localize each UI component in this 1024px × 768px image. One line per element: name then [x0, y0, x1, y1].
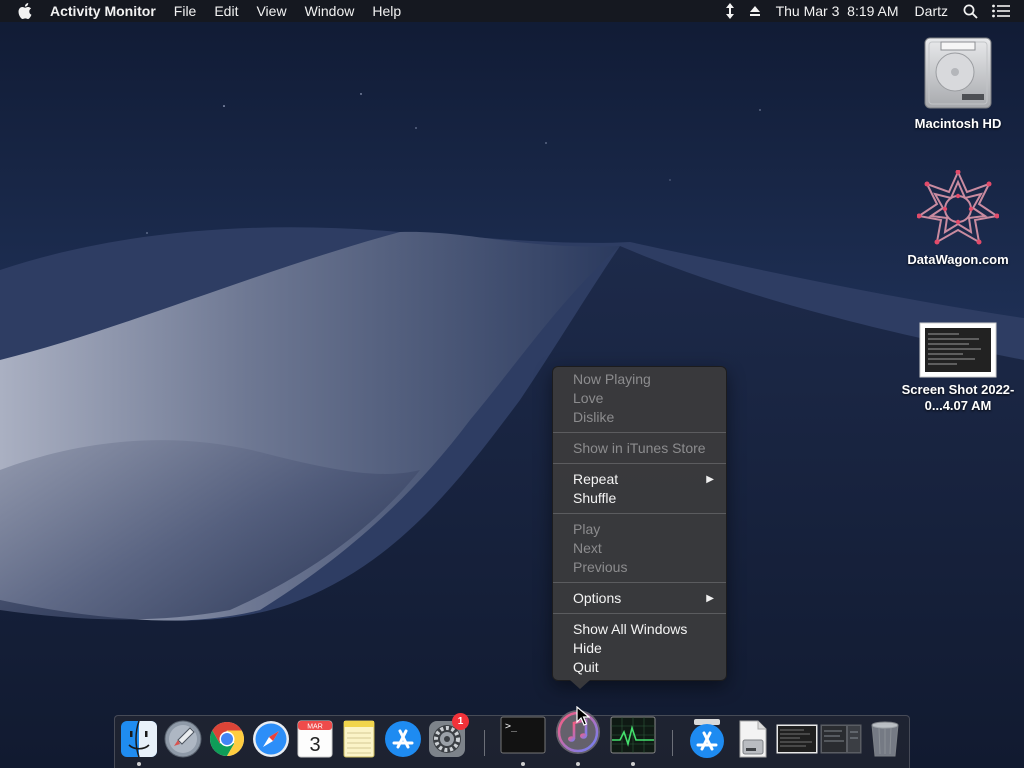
dock-chrome[interactable] — [206, 718, 248, 760]
menu-view[interactable]: View — [247, 0, 295, 22]
submenu-arrow-icon: ▶ — [706, 474, 714, 485]
launchpad-rocket-icon — [164, 720, 202, 758]
dock-divider — [484, 730, 485, 756]
screenshot-thumbnail-icon — [820, 724, 862, 754]
menu-separator — [553, 513, 726, 514]
menu-separator — [553, 613, 726, 614]
menu-item-now-playing: Now Playing — [573, 371, 651, 387]
dock-activity-monitor[interactable] — [610, 716, 656, 754]
menu-file[interactable]: File — [165, 0, 206, 22]
datawagon-logo-icon — [917, 170, 999, 245]
calendar-icon: MAR 3 — [297, 720, 333, 758]
menu-item-love: Love — [573, 390, 604, 406]
calendar-day: 3 — [309, 734, 320, 756]
activity-monitor-icon — [610, 716, 656, 754]
spotlight-icon[interactable] — [956, 0, 985, 22]
app-store-icon — [385, 721, 421, 757]
chrome-icon — [210, 722, 244, 756]
running-indicator — [137, 762, 141, 766]
menu-separator — [553, 582, 726, 583]
menu-edit[interactable]: Edit — [205, 0, 247, 22]
notes-icon — [343, 720, 375, 758]
desktop-icon-screenshot[interactable]: Screen Shot 2022-0...4.07 AM — [893, 322, 1023, 414]
calendar-month: MAR — [307, 724, 323, 731]
desktop-icon-macintosh-hd[interactable]: Macintosh HD — [893, 34, 1023, 132]
dock-finder[interactable] — [118, 718, 160, 760]
apple-icon[interactable] — [0, 3, 44, 19]
dock-documents-folder[interactable] — [732, 718, 774, 760]
dock-divider — [672, 730, 673, 756]
menu-separator — [553, 432, 726, 433]
hard-drive-icon — [924, 37, 992, 109]
desktop-icon-datawagon[interactable]: DataWagon.com — [893, 170, 1023, 268]
menu-item-hide[interactable]: Hide — [553, 639, 726, 658]
menu-item-label: Repeat — [573, 471, 619, 487]
dock-safari[interactable] — [250, 718, 292, 760]
menu-clock[interactable]: Thu Mar 3 8:19 AM — [768, 0, 907, 22]
dock-screenshot-thumb[interactable] — [776, 724, 818, 754]
dock-notes[interactable] — [338, 718, 380, 760]
desktop-wallpaper — [0, 0, 1024, 768]
menu-bar: Activity Monitor File Edit View Window H… — [0, 0, 1024, 22]
menu-item-play: Play — [573, 521, 601, 537]
menu-window[interactable]: Window — [296, 0, 364, 22]
dock-screenshot-thumb[interactable] — [820, 724, 862, 754]
menu-item-previous: Previous — [573, 559, 628, 575]
document-file-icon — [739, 720, 767, 758]
menu-user[interactable]: Dartz — [907, 0, 956, 22]
eject-icon[interactable] — [742, 0, 768, 22]
finder-icon — [121, 720, 157, 758]
submenu-arrow-icon: ▶ — [706, 593, 714, 604]
desktop-icon-label: Macintosh HD — [914, 116, 1002, 131]
menu-item-show-in-itunes-store: Show in iTunes Store — [573, 440, 706, 456]
notification-badge: 1 — [452, 713, 469, 730]
mouse-pointer-icon — [576, 706, 590, 726]
dock-app-store[interactable] — [382, 718, 424, 760]
sync-arrows-icon[interactable] — [718, 0, 742, 22]
menu-item-show-all-windows[interactable]: Show All Windows — [553, 620, 726, 639]
screenshot-thumbnail-icon — [776, 724, 818, 754]
menu-help[interactable]: Help — [363, 0, 410, 22]
menu-item-label: Options — [573, 590, 622, 606]
menu-item-next: Next — [573, 540, 602, 556]
menu-item-options[interactable]: Options ▶ — [553, 589, 726, 608]
itunes-dock-menu: Now Playing Love Dislike Show in iTunes … — [552, 366, 727, 689]
menu-app-name[interactable]: Activity Monitor — [44, 0, 165, 22]
dock-calendar[interactable]: MAR 3 — [294, 718, 336, 760]
svg-text:>_: >_ — [505, 721, 518, 732]
running-indicator — [631, 762, 635, 766]
applications-folder-icon — [690, 719, 724, 758]
notification-center-icon[interactable] — [985, 0, 1024, 22]
desktop-icon-label: DataWagon.com — [907, 252, 1009, 267]
menu-bar-status-area: Thu Mar 3 8:19 AM Dartz — [718, 0, 1024, 22]
menu-item-dislike: Dislike — [573, 409, 615, 425]
menu-pointer-arrow — [570, 680, 590, 689]
trash-icon — [871, 721, 899, 757]
desktop-icon-label: Screen Shot 2022-0...4.07 AM — [901, 382, 1015, 413]
dock-applications-folder[interactable] — [686, 718, 728, 760]
safari-compass-icon — [253, 721, 289, 757]
menu-separator — [553, 463, 726, 464]
dock-trash[interactable] — [864, 718, 906, 760]
dock-launchpad[interactable] — [162, 718, 204, 760]
terminal-icon: >_ — [500, 716, 546, 754]
screenshot-file-icon — [919, 322, 997, 378]
menu-item-shuffle[interactable]: Shuffle — [553, 489, 726, 508]
menu-item-repeat[interactable]: Repeat ▶ — [553, 470, 726, 489]
dock-terminal[interactable]: >_ — [500, 716, 546, 754]
running-indicator — [521, 762, 525, 766]
dock-system-preferences[interactable]: 1 — [426, 713, 469, 760]
menu-item-quit[interactable]: Quit — [553, 658, 726, 677]
running-indicator — [576, 762, 580, 766]
